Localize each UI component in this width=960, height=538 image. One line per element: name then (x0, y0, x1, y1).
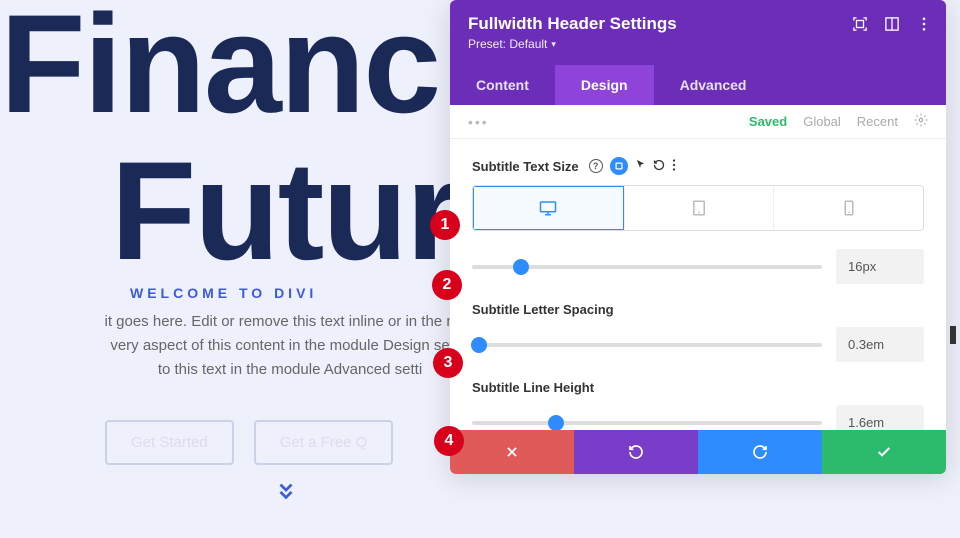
help-icon[interactable]: ? (589, 159, 603, 173)
filter-recent[interactable]: Recent (857, 114, 898, 129)
letter-spacing-value-input[interactable]: 0.3em (836, 327, 924, 362)
hero-body-line: very aspect of this content in the modul… (110, 337, 469, 354)
cursor-icon[interactable] (635, 159, 646, 173)
panel-header: Fullwidth Header Settings Preset: Defaul… (450, 0, 946, 65)
line-height-slider-row: 1.6em (472, 405, 924, 430)
reset-icon[interactable] (653, 159, 665, 174)
line-height-label: Subtitle Line Height (472, 380, 924, 395)
text-size-slider[interactable] (472, 265, 822, 269)
panel-body: Subtitle Text Size ? (450, 139, 946, 430)
device-tabs (472, 185, 924, 231)
scroll-down-icon[interactable] (275, 480, 297, 508)
letter-spacing-slider-row: 0.3em (472, 327, 924, 362)
gear-icon[interactable] (914, 113, 928, 130)
sub-row: ••• Saved Global Recent (450, 105, 946, 139)
hero-body-line: to this text in the module Advanced sett… (158, 361, 422, 378)
redo-button[interactable] (698, 430, 822, 474)
text-size-slider-row: 16px (472, 249, 924, 284)
filter-saved[interactable]: Saved (749, 114, 787, 129)
undo-button[interactable] (574, 430, 698, 474)
line-height-slider[interactable] (472, 421, 822, 425)
device-tab-desktop[interactable] (473, 186, 624, 230)
sub-row-dots-icon[interactable]: ••• (468, 114, 489, 130)
columns-icon[interactable] (884, 16, 900, 32)
filter-global[interactable]: Global (803, 114, 841, 129)
expand-icon[interactable] (852, 16, 868, 32)
get-quote-button[interactable]: Get a Free Q (254, 420, 394, 465)
cta-row: Get Started Get a Free Q (105, 420, 393, 465)
annotation-1: 1 (430, 210, 460, 240)
line-height-slider-thumb[interactable] (548, 415, 564, 431)
annotation-4: 4 (434, 426, 464, 456)
settings-panel: Fullwidth Header Settings Preset: Defaul… (450, 0, 946, 474)
letter-spacing-slider-thumb[interactable] (471, 337, 487, 353)
device-tab-tablet[interactable] (624, 186, 774, 230)
get-started-button[interactable]: Get Started (105, 420, 234, 465)
more-icon[interactable] (916, 16, 932, 32)
header-icon-row (852, 16, 932, 32)
annotation-2: 2 (432, 270, 462, 300)
save-button[interactable] (822, 430, 946, 474)
tab-advanced[interactable]: Advanced (654, 65, 773, 105)
subtitle-text-size-label: Subtitle Text Size ? (472, 157, 924, 175)
letter-spacing-slider[interactable] (472, 343, 822, 347)
line-height-value-input[interactable]: 1.6em (836, 405, 924, 430)
letter-spacing-label: Subtitle Letter Spacing (472, 302, 924, 317)
hero-body-line: it goes here. Edit or remove this text i… (104, 313, 475, 330)
cancel-button[interactable] (450, 430, 574, 474)
tab-content[interactable]: Content (450, 65, 555, 105)
text-size-slider-thumb[interactable] (513, 259, 529, 275)
more-vertical-icon[interactable] (672, 159, 676, 174)
side-caret-icon[interactable] (950, 326, 956, 344)
tab-design[interactable]: Design (555, 65, 654, 105)
preset-dropdown[interactable]: Preset: Default (468, 37, 556, 51)
device-tab-phone[interactable] (773, 186, 923, 230)
text-size-value-input[interactable]: 16px (836, 249, 924, 284)
hover-icon[interactable] (610, 157, 628, 175)
annotation-3: 3 (433, 348, 463, 378)
panel-footer (450, 430, 946, 474)
hero-subtitle: Welcome to Divi (130, 285, 317, 301)
panel-tabs: Content Design Advanced (450, 65, 946, 105)
